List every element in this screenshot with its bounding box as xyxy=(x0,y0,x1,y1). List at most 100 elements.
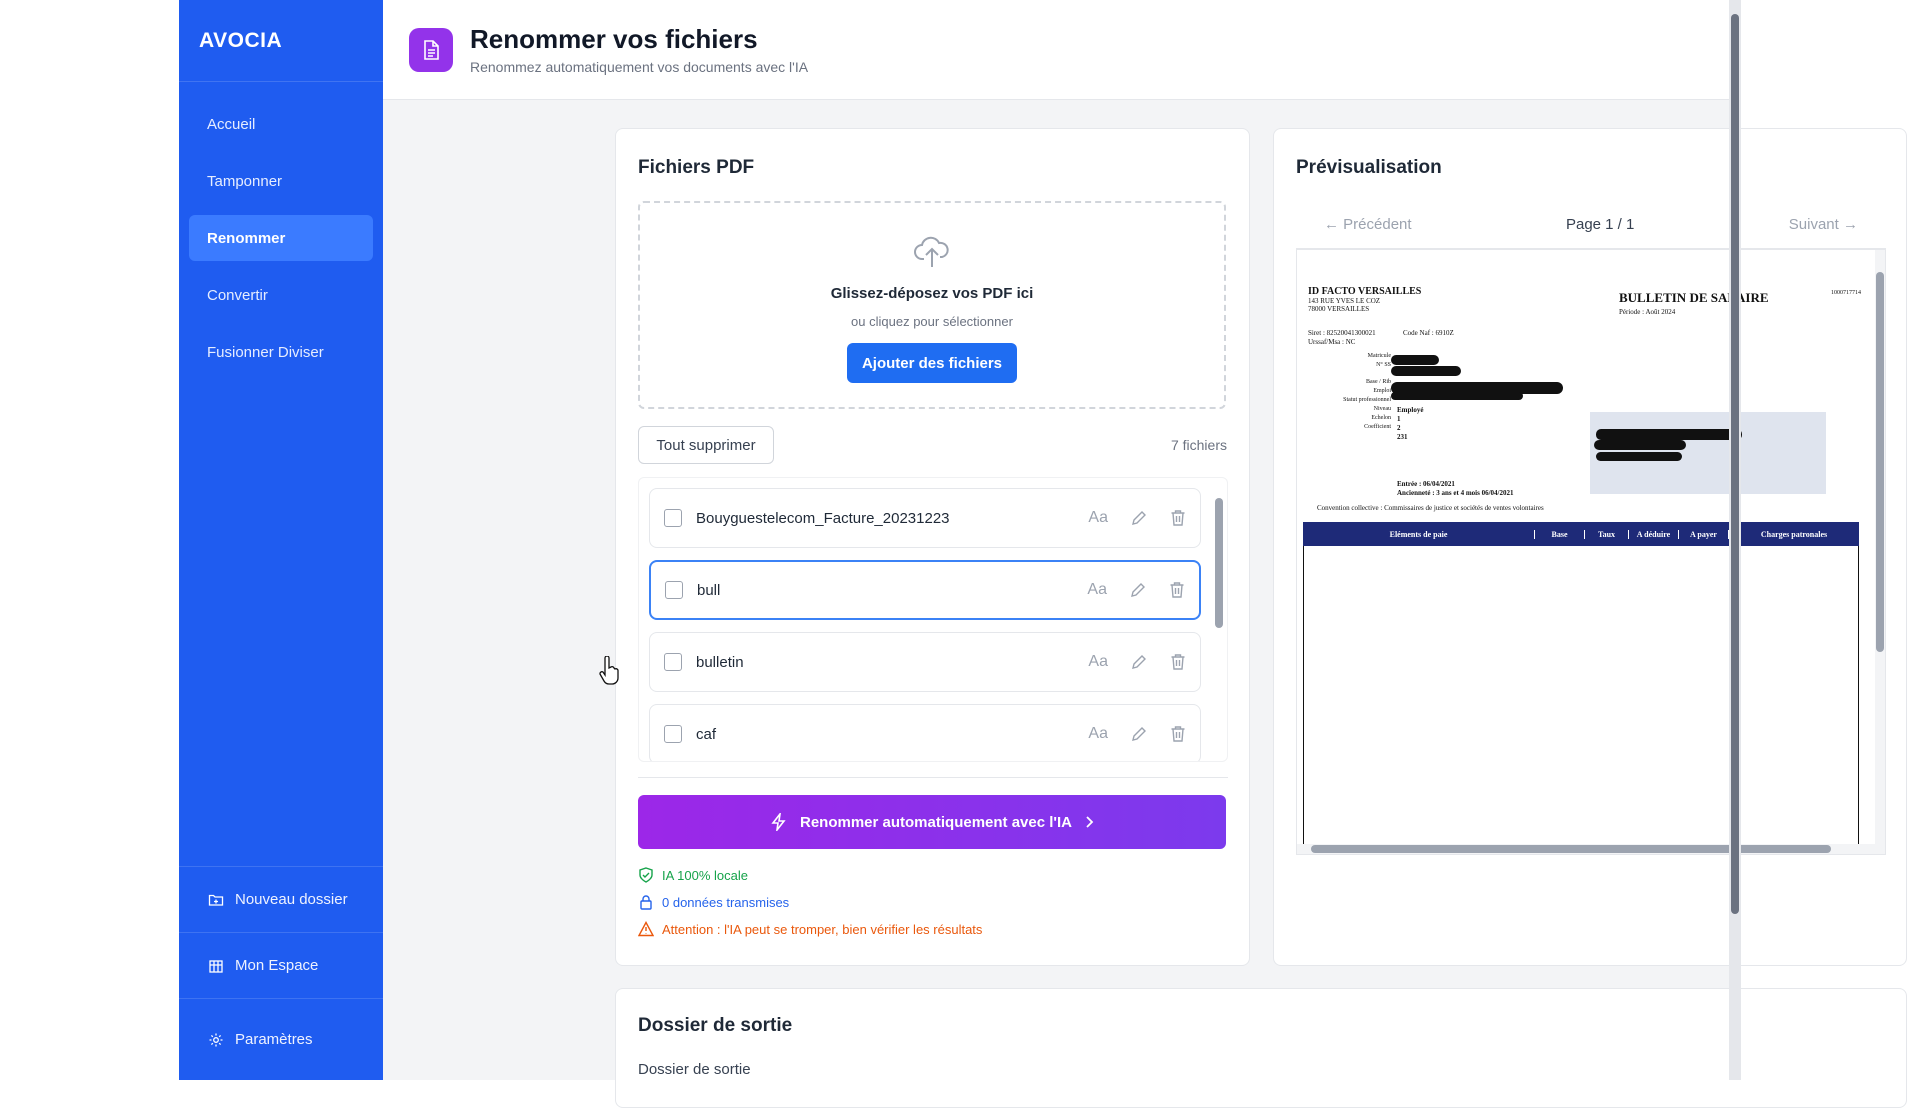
case-icon[interactable]: Aa xyxy=(1087,581,1107,599)
trash-icon[interactable] xyxy=(1170,653,1186,671)
redaction-mark xyxy=(1594,440,1686,450)
list-item[interactable]: bulletin Aa xyxy=(649,632,1201,692)
ai-rename-button[interactable]: Renommer automatiquement avec l'IA xyxy=(638,795,1226,849)
doc-urssaf: Urssaf/Msa : NC xyxy=(1308,338,1356,346)
note-warning: Attention : l'IA peut se tromper, bien v… xyxy=(638,921,982,937)
dropzone-hint: ou cliquez pour sélectionner xyxy=(851,314,1013,329)
sidebar-bottom: Nouveau dossier Mon Espace Paramètres xyxy=(179,866,383,1080)
list-item[interactable]: caf Aa xyxy=(649,704,1201,761)
column-header: A payer xyxy=(1679,529,1729,539)
dropzone-heading: Glissez-déposez vos PDF ici xyxy=(830,285,1034,302)
note-no-data: 0 données transmises xyxy=(638,894,789,910)
folder-plus-icon xyxy=(207,891,225,909)
address-box xyxy=(1590,412,1826,494)
case-icon[interactable]: Aa xyxy=(1088,509,1108,527)
preview-card: Prévisualisation ← Précédent Page 1 / 1 … xyxy=(1273,128,1907,966)
redaction-mark xyxy=(1596,452,1682,461)
file-list-scrollbar[interactable] xyxy=(1215,484,1223,754)
redaction-mark xyxy=(1596,429,1742,440)
pencil-icon[interactable] xyxy=(1130,509,1148,527)
page-scrollbar[interactable] xyxy=(1729,0,1741,1080)
scrollbar-thumb[interactable] xyxy=(1215,498,1223,628)
note-local-ai: IA 100% locale xyxy=(638,867,748,883)
files-card-title: Fichiers PDF xyxy=(638,157,755,178)
doc-entry-date: Entrée : 06/04/2021 xyxy=(1397,480,1455,488)
file-checkbox[interactable] xyxy=(664,725,682,743)
sidebar-nav: Accueil Tamponner Renommer Convertir Fus… xyxy=(179,82,383,383)
case-icon[interactable]: Aa xyxy=(1088,653,1108,671)
file-checkbox[interactable] xyxy=(664,653,682,671)
new-folder-label: Nouveau dossier xyxy=(235,891,348,908)
doc-field-labels: Matricule N° SS Base / Rib Emploi Statut… xyxy=(1331,352,1391,432)
pencil-icon[interactable] xyxy=(1130,725,1148,743)
trash-icon[interactable] xyxy=(1169,581,1185,599)
doc-convention: Convention collective : Commissaires de … xyxy=(1317,504,1544,512)
warning-icon xyxy=(638,921,654,937)
pdf-dropzone[interactable]: Glissez-déposez vos PDF ici ou cliquez p… xyxy=(638,201,1226,409)
file-list[interactable]: Bouyguestelecom_Facture_20231223 Aa bull… xyxy=(638,477,1228,762)
payslip-table-header: Eléments de paie Base Taux A déduire A p… xyxy=(1303,522,1859,546)
sidebar-item-convertir[interactable]: Convertir xyxy=(189,272,373,318)
file-checkbox[interactable] xyxy=(664,509,682,527)
sidebar-item-tamponner[interactable]: Tamponner xyxy=(189,158,373,204)
field-label: Matricule xyxy=(1367,353,1391,359)
case-icon[interactable]: Aa xyxy=(1088,725,1108,743)
output-card-title: Dossier de sortie xyxy=(638,1015,793,1036)
doc-field-values: Employé 1 2 231 xyxy=(1397,406,1423,442)
scrollbar-thumb[interactable] xyxy=(1731,14,1739,914)
trash-icon[interactable] xyxy=(1170,509,1186,527)
redaction-mark xyxy=(1391,392,1523,400)
list-item[interactable]: Bouyguestelecom_Facture_20231223 Aa xyxy=(649,488,1201,548)
preview-horizontal-scrollbar[interactable] xyxy=(1297,844,1877,854)
doc-period: Période : Août 2024 xyxy=(1619,308,1676,316)
field-label: Coefficient xyxy=(1364,424,1391,430)
trash-icon[interactable] xyxy=(1170,725,1186,743)
scrollbar-thumb[interactable] xyxy=(1876,272,1884,652)
doc-address-2: 78000 VERSAILLES xyxy=(1308,305,1370,313)
column-header: Base xyxy=(1535,529,1585,539)
brand-logo: AVOCIA xyxy=(179,0,383,82)
field-label: N° SS xyxy=(1376,362,1391,368)
lock-icon xyxy=(638,894,654,910)
redaction-mark xyxy=(1391,366,1461,376)
column-header: Taux xyxy=(1585,529,1629,539)
pencil-icon[interactable] xyxy=(1130,653,1148,671)
add-files-button[interactable]: Ajouter des fichiers xyxy=(847,343,1017,383)
lightning-icon xyxy=(770,813,788,831)
field-value: 1 xyxy=(1397,415,1401,423)
sidebar-item-fusionner-diviser[interactable]: Fusionner Diviser xyxy=(189,329,373,375)
my-space-button[interactable]: Mon Espace xyxy=(179,932,383,998)
prev-page-button[interactable]: ← Précédent xyxy=(1296,216,1412,233)
page-indicator: Page 1 / 1 xyxy=(1565,216,1635,233)
sidebar-item-accueil[interactable]: Accueil xyxy=(189,101,373,147)
doc-ref: 1000717714 xyxy=(1831,290,1861,296)
file-name: Bouyguestelecom_Facture_20231223 xyxy=(696,509,950,527)
list-item-selected[interactable]: bull Aa xyxy=(649,560,1201,620)
pdf-preview-frame[interactable]: ID FACTO VERSAILLES 143 RUE YVES LE COZ … xyxy=(1296,249,1886,855)
redaction-mark xyxy=(1391,355,1439,365)
doc-title: BULLETIN DE SALAIRE xyxy=(1619,290,1769,305)
file-name: bull xyxy=(697,581,721,599)
new-folder-button[interactable]: Nouveau dossier xyxy=(179,866,383,932)
sidebar-item-renommer[interactable]: Renommer xyxy=(189,215,373,261)
doc-siret: Siret : 82520041300021 xyxy=(1308,329,1376,337)
shield-check-icon xyxy=(638,867,654,883)
doc-seniority: Ancienneté : 3 ans et 4 mois 06/04/2021 xyxy=(1397,489,1514,497)
chevron-right-icon xyxy=(1084,816,1094,828)
file-checkbox[interactable] xyxy=(665,581,683,599)
file-name: bulletin xyxy=(696,653,744,671)
scrollbar-thumb[interactable] xyxy=(1311,845,1831,853)
preview-vertical-scrollbar[interactable] xyxy=(1875,250,1885,854)
doc-company: ID FACTO VERSAILLES xyxy=(1308,286,1422,297)
app-window: AVOCIA Accueil Tamponner Renommer Conver… xyxy=(179,0,1907,1108)
note-text: 0 données transmises xyxy=(662,894,790,910)
page-title: Renommer vos fichiers xyxy=(470,24,758,54)
mouse-cursor-icon xyxy=(598,655,620,686)
settings-button[interactable]: Paramètres xyxy=(179,998,383,1080)
note-text: IA 100% locale xyxy=(662,867,749,883)
pencil-icon[interactable] xyxy=(1129,581,1147,599)
next-page-button[interactable]: Suivant → xyxy=(1789,216,1886,233)
clear-all-button[interactable]: Tout supprimer xyxy=(638,426,774,464)
column-header: A déduire xyxy=(1629,529,1679,539)
file-name: caf xyxy=(696,725,717,743)
